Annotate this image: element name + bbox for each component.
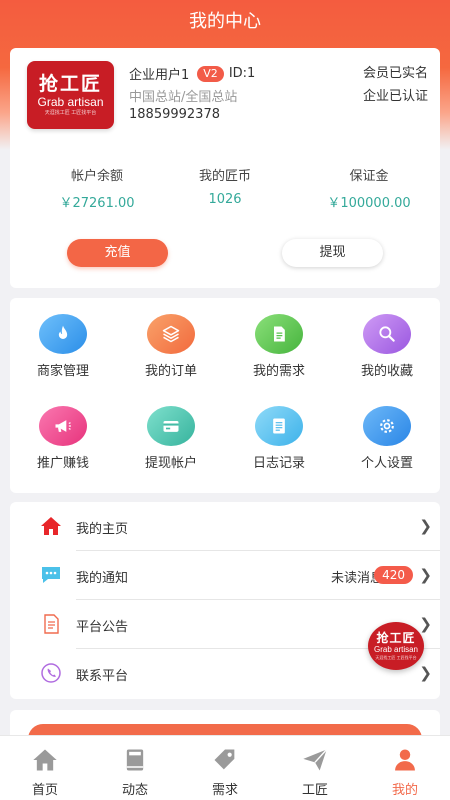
phone-number: 18859992378 — [129, 107, 220, 122]
grid-label: 我的需求 — [252, 364, 305, 379]
station-text: 中国总站/全国总站 — [129, 90, 238, 105]
grid-item-settings[interactable]: 个人设置 — [337, 406, 437, 471]
gear-icon — [363, 406, 411, 446]
grid-label: 商家管理 — [36, 364, 89, 379]
tab-label: 需求 — [211, 783, 238, 798]
search-icon — [363, 314, 411, 354]
grid-label: 我的收藏 — [360, 364, 413, 379]
user-name: 企业用户1 — [129, 68, 190, 83]
layers-icon — [147, 314, 195, 354]
floating-logo-button[interactable]: 抢工匠 Grab artisan 天涯找工匠 工匠找平台 — [368, 622, 424, 670]
vip-badge: V2 — [197, 65, 224, 82]
tab-home[interactable]: 首页 — [0, 736, 90, 800]
menu-label: 我的主页 — [76, 522, 129, 537]
stat-coins[interactable]: 我的匠币 1026 — [155, 165, 295, 207]
tab-label: 我的 — [391, 783, 418, 798]
grid-item-withdraw-account[interactable]: 提现帐户 — [121, 406, 221, 471]
tab-bar: 首页 动态 需求 工匠 我的 — [0, 735, 450, 800]
announcement-icon — [38, 612, 64, 636]
logo-text-en: Grab artisan — [37, 95, 104, 109]
send-icon — [270, 745, 360, 775]
logo-text-cn: 抢工匠 — [376, 631, 416, 645]
grid-item-favorites[interactable]: 我的收藏 — [337, 314, 437, 379]
tab-label: 动态 — [121, 783, 148, 798]
grid-item-orders[interactable]: 我的订单 — [121, 314, 221, 379]
function-grid: 商家管理 我的订单 我的需求 我的收藏 推广赚钱 提现帐户 日志记录 个人设置 — [10, 298, 440, 493]
menu-label: 我的通知 — [76, 571, 129, 586]
chevron-right-icon: ❯ — [419, 566, 432, 584]
chevron-right-icon: ❯ — [419, 517, 432, 535]
user-id: ID:1 — [228, 66, 256, 81]
document-icon — [255, 314, 303, 354]
card-icon — [147, 406, 195, 446]
profile-card: 抢工匠 Grab artisan 天涯找工匠 工匠找平台 企业用户1 V2 ID… — [10, 48, 440, 288]
user-name-row: 企业用户1 V2 ID:1 — [129, 64, 255, 83]
home-icon — [38, 514, 64, 538]
tab-feed[interactable]: 动态 — [90, 736, 180, 800]
tab-mine[interactable]: 我的 — [360, 736, 450, 800]
grid-label: 个人设置 — [360, 456, 413, 471]
grid-label: 我的订单 — [144, 364, 197, 379]
tab-label: 首页 — [31, 783, 58, 798]
user-icon — [360, 745, 450, 775]
stat-label: 保证金 — [349, 169, 389, 184]
grid-label: 提现帐户 — [144, 456, 197, 471]
menu-item-notifications[interactable]: 我的通知 未读消息 420 ❯ — [10, 551, 440, 600]
flame-icon — [39, 314, 87, 354]
member-verified-status: 会员已实名 — [362, 66, 428, 81]
withdraw-button[interactable]: 提现 — [282, 239, 383, 267]
tag-icon — [180, 745, 270, 775]
grid-item-demands[interactable]: 我的需求 — [229, 314, 329, 379]
menu-label: 平台公告 — [76, 620, 129, 635]
menu-list: 我的主页 ❯ 我的通知 未读消息 420 ❯ 平台公告 ❯ 联系平台 ❯ — [10, 502, 440, 699]
page-title: 我的中心 — [189, 11, 261, 32]
stat-balance[interactable]: 帐户余额 ￥27261.00 — [27, 165, 167, 211]
tab-artisan[interactable]: 工匠 — [270, 736, 360, 800]
grid-item-merchant[interactable]: 商家管理 — [13, 314, 113, 379]
logo-tagline: 天涯找工匠 工匠找平台 — [375, 655, 417, 660]
log-icon — [255, 406, 303, 446]
megaphone-icon — [39, 406, 87, 446]
stat-label: 帐户余额 — [70, 169, 123, 184]
recharge-button[interactable]: 充值 — [67, 239, 168, 267]
stat-value: ￥100000.00 — [327, 196, 411, 211]
book-icon — [90, 745, 180, 775]
unread-count-badge: 420 — [374, 566, 413, 584]
menu-label: 联系平台 — [76, 669, 129, 684]
logo-text-cn: 抢工匠 — [38, 73, 102, 95]
grid-item-logs[interactable]: 日志记录 — [229, 406, 329, 471]
grid-label: 日志记录 — [252, 456, 305, 471]
phone-icon — [38, 661, 64, 685]
company-verified-status: 企业已认证 — [362, 89, 428, 104]
chevron-right-icon: ❯ — [419, 664, 432, 682]
chat-icon — [38, 563, 64, 587]
tab-demand[interactable]: 需求 — [180, 736, 270, 800]
company-logo: 抢工匠 Grab artisan 天涯找工匠 工匠找平台 — [27, 61, 114, 129]
stat-value: 1026 — [208, 192, 242, 207]
menu-item-homepage[interactable]: 我的主页 ❯ — [10, 502, 440, 551]
tab-label: 工匠 — [301, 783, 328, 798]
stat-label: 我的匠币 — [198, 169, 251, 184]
stat-value: ￥27261.00 — [59, 196, 135, 211]
stat-deposit[interactable]: 保证金 ￥100000.00 — [299, 165, 439, 211]
logo-tagline: 天涯找工匠 工匠找平台 — [44, 110, 97, 116]
home-icon — [0, 745, 90, 775]
grid-label: 推广赚钱 — [36, 456, 89, 471]
logo-text-en: Grab artisan — [373, 645, 419, 654]
grid-item-promote[interactable]: 推广赚钱 — [13, 406, 113, 471]
